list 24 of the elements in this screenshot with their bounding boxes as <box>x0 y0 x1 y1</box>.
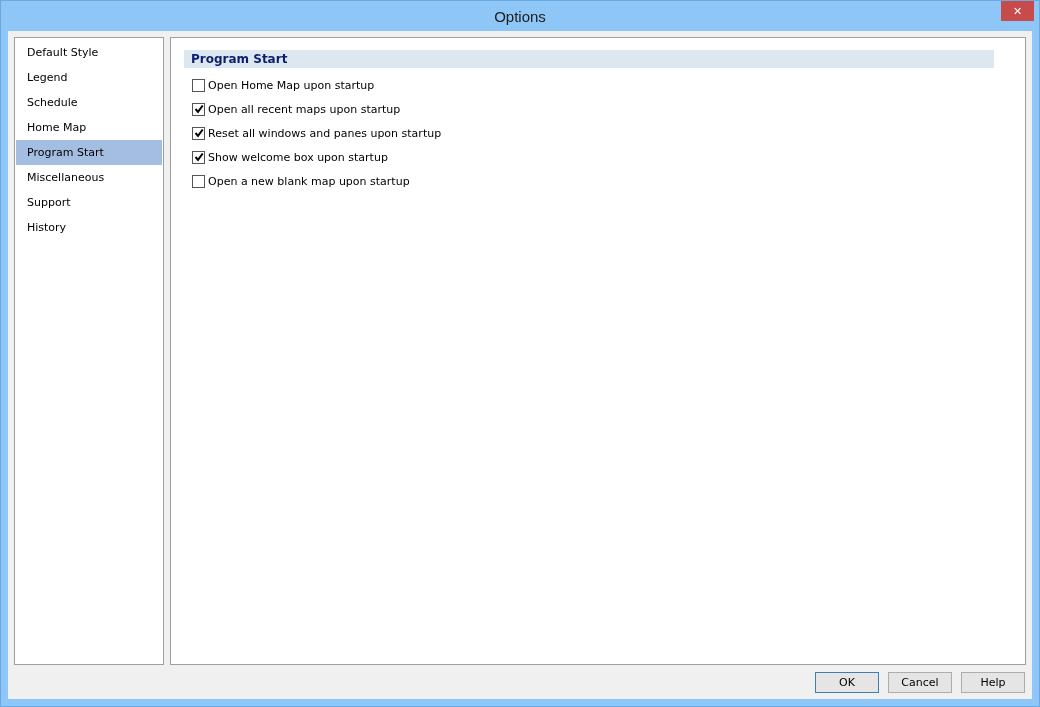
checkbox[interactable] <box>192 150 205 164</box>
sidebar-item[interactable]: Schedule <box>16 90 162 115</box>
checkbox[interactable] <box>192 78 205 92</box>
checkbox-label: Open all recent maps upon startup <box>208 102 401 116</box>
checkbox[interactable] <box>192 174 205 188</box>
checkbox[interactable] <box>192 126 205 140</box>
sidebar-item[interactable]: Default Style <box>16 40 162 65</box>
sidebar-item[interactable]: Miscellaneous <box>16 165 162 190</box>
checkbox[interactable] <box>192 102 205 116</box>
checkbox-label: Open Home Map upon startup <box>208 78 375 92</box>
section-header: Program Start <box>184 50 994 68</box>
dialog-button[interactable]: Help <box>961 672 1025 693</box>
checkbox-label: Reset all windows and panes upon startup <box>208 126 442 140</box>
sidebar-item[interactable]: Support <box>16 190 162 215</box>
close-button[interactable]: ✕ <box>1001 1 1034 21</box>
dialog-button[interactable]: Cancel <box>888 672 952 693</box>
sidebar-item[interactable]: Legend <box>16 65 162 90</box>
sidebar-item[interactable]: History <box>16 215 162 240</box>
sidebar-item[interactable]: Home Map <box>16 115 162 140</box>
sidebar-item[interactable]: Program Start <box>16 140 162 165</box>
dialog-button[interactable]: OK <box>815 672 879 693</box>
checkbox-label: Open a new blank map upon startup <box>208 174 410 188</box>
checkbox-label: Show welcome box upon startup <box>208 150 388 164</box>
window-title: Options <box>494 7 546 25</box>
